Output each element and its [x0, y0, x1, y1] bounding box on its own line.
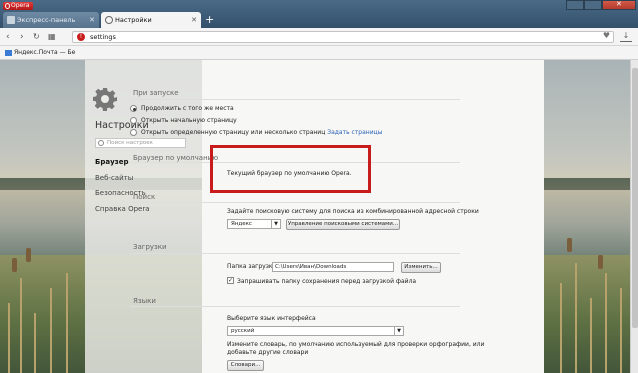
search-engine-select[interactable]: Яндекс ▼	[227, 219, 281, 229]
new-tab-button[interactable]: +	[205, 13, 214, 27]
speed-dial-grid-icon[interactable]: ▦	[48, 31, 56, 43]
opera-logo-icon	[5, 3, 10, 9]
back-icon[interactable]: ‹	[6, 31, 10, 43]
cattail	[567, 238, 572, 252]
search-engine-value: Яндекс	[231, 221, 252, 227]
startup-option-label: Открыть определенную страницу или нескол…	[141, 129, 326, 136]
startup-option-label: Открыть начальную страницу	[141, 117, 237, 124]
close-tab-icon[interactable]: ✕	[89, 12, 95, 28]
downloads-title: Загрузки	[133, 243, 167, 251]
radio-button[interactable]	[130, 117, 137, 124]
opera-menu-label: Opera	[11, 2, 30, 9]
default-browser-title: Браузер по умолчанию	[133, 154, 219, 162]
divider	[130, 99, 460, 100]
forward-icon[interactable]: ›	[20, 31, 24, 43]
languages-title: Языки	[133, 297, 156, 305]
address-toolbar: ‹ › ↻ ▦ ! settings ♥ ↓	[0, 28, 638, 46]
maximize-button[interactable]	[584, 0, 602, 10]
mail-icon	[5, 50, 12, 56]
startup-option-pages[interactable]: Открыть определенную страницу или нескол…	[130, 129, 382, 136]
divider	[130, 202, 460, 203]
ask-folder-label: Запрашивать папку сохранения перед загру…	[237, 278, 417, 285]
radio-button[interactable]	[130, 105, 137, 112]
tab-settings[interactable]: Настройки ✕	[101, 12, 201, 28]
search-description: Задайте поисковую систему для поиска из …	[227, 208, 479, 215]
cattail	[26, 248, 31, 262]
startup-title: При запуске	[133, 89, 179, 97]
address-text[interactable]: settings	[90, 32, 116, 43]
settings-tab-icon	[105, 16, 113, 24]
title-bar: Opera Экспресс-панель ✕ Настройки ✕ +	[0, 0, 638, 28]
download-folder-label: Папка загрузки:	[227, 263, 279, 270]
close-tab-icon[interactable]: ✕	[191, 12, 197, 28]
search-icon	[98, 140, 104, 146]
settings-search-input[interactable]: Поиск настроек	[95, 138, 186, 148]
language-select[interactable]: русский ▼	[227, 326, 404, 336]
address-bar[interactable]: ! settings ♥	[72, 31, 614, 43]
close-window-button[interactable]	[602, 0, 636, 10]
bookmark-label: Яндекс.Почта — Бе	[14, 49, 76, 56]
set-pages-link[interactable]: Задать страницы	[327, 129, 382, 136]
download-icon[interactable]: ↓	[620, 32, 632, 42]
dropdown-arrow-icon: ▼	[394, 327, 403, 335]
sidebar-item-websites[interactable]: Веб-сайты	[95, 174, 133, 182]
divider	[130, 253, 460, 254]
minimize-button[interactable]	[566, 0, 584, 10]
cattail	[12, 258, 17, 272]
dictionary-description: Измените словарь, по умолчанию используе…	[227, 341, 485, 356]
sidebar-item-help[interactable]: Справка Opera	[95, 205, 150, 213]
startup-option-home[interactable]: Открыть начальную страницу	[130, 117, 237, 124]
scrollbar-thumb[interactable]	[632, 68, 638, 328]
tab-label: Экспресс-панель	[17, 16, 76, 24]
cattail	[598, 255, 603, 269]
sidebar-item-browser[interactable]: Браузер	[95, 158, 128, 166]
download-folder-field[interactable]: C:\Users\Иван\Downloads	[272, 262, 394, 272]
heart-icon[interactable]: ♥	[603, 31, 610, 40]
opera-menu-button[interactable]: Opera	[3, 2, 33, 10]
tab-label: Настройки	[115, 16, 152, 24]
startup-option-label: Продолжить с того же места	[141, 105, 234, 112]
search-placeholder: Поиск настроек	[107, 140, 153, 146]
tab-express-panel[interactable]: Экспресс-панель ✕	[3, 12, 99, 28]
manage-search-engines-button[interactable]: Управление поисковыми системами...	[286, 219, 400, 230]
dictionaries-button[interactable]: Словари...	[227, 360, 264, 371]
gear-icon	[93, 88, 117, 111]
startup-option-continue[interactable]: Продолжить с того же места	[130, 105, 234, 112]
language-value: русский	[231, 328, 255, 334]
opera-page-icon: !	[77, 33, 85, 41]
bookmarks-bar: Яндекс.Почта — Бе	[0, 46, 638, 60]
reload-icon[interactable]: ↻	[33, 31, 40, 43]
change-folder-button[interactable]: Изменить...	[401, 262, 441, 273]
ask-folder-checkbox[interactable]: ✓	[227, 277, 234, 284]
choose-language-label: Выберите язык интерфейса	[227, 315, 316, 322]
search-title: Поиск	[133, 193, 156, 201]
speed-dial-icon	[7, 16, 15, 24]
highlight-frame	[210, 145, 371, 193]
radio-button[interactable]	[130, 129, 137, 136]
bookmark-item[interactable]: Яндекс.Почта — Бе	[5, 48, 75, 58]
scrollbar[interactable]	[630, 60, 638, 373]
divider	[130, 306, 460, 307]
dropdown-arrow-icon: ▼	[271, 220, 280, 228]
